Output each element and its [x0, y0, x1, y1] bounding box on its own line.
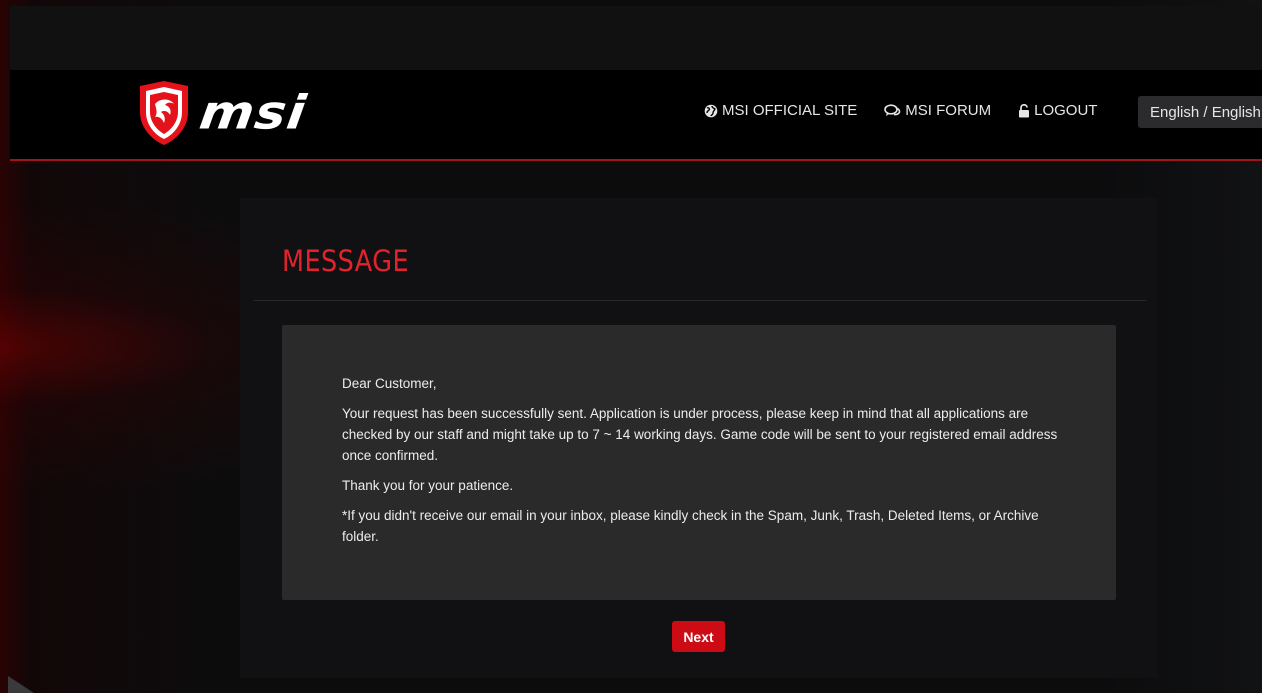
message-body: Dear Customer, Your request has been suc… [342, 373, 1062, 556]
message-panel: MESSAGE Dear Customer, Your request has … [240, 198, 1158, 678]
header-nav: MSI OFFICIAL SITE MSI FORUM LOGOUT [704, 102, 1124, 119]
corner-decoration [8, 676, 34, 693]
globe-icon [704, 104, 718, 117]
unlock-icon [1019, 103, 1030, 117]
message-thanks: Thank you for your patience. [342, 478, 514, 493]
nav-forum-link[interactable]: MSI FORUM [884, 102, 991, 119]
message-text: Your request has been successfully sent.… [342, 406, 1058, 463]
language-selector[interactable]: English / English [1138, 96, 1262, 128]
nav-official-site-label: MSI OFFICIAL SITE [722, 102, 858, 119]
chat-bubbles-icon [884, 104, 901, 116]
title-divider [254, 300, 1146, 301]
nav-forum-label: MSI FORUM [905, 102, 992, 119]
message-greeting: Dear Customer, [342, 376, 437, 391]
nav-official-site-link[interactable]: MSI OFFICIAL SITE [704, 102, 857, 119]
msi-shield-icon [140, 81, 188, 145]
msi-wordmark: msi [196, 86, 310, 140]
nav-logout-label: LOGOUT [1034, 102, 1098, 119]
message-box: Dear Customer, Your request has been suc… [282, 325, 1116, 600]
top-strip [10, 6, 1262, 70]
msi-logo[interactable]: msi [136, 78, 356, 148]
site-header: msi MSI OFFICIAL SITE MSI FORUM LOGOUT E… [10, 70, 1262, 161]
page-title: MESSAGE [282, 244, 410, 278]
nav-logout-link[interactable]: LOGOUT [1018, 102, 1097, 119]
next-button[interactable]: Next [672, 621, 725, 652]
message-note: *If you didn't receive our email in your… [342, 508, 1039, 544]
